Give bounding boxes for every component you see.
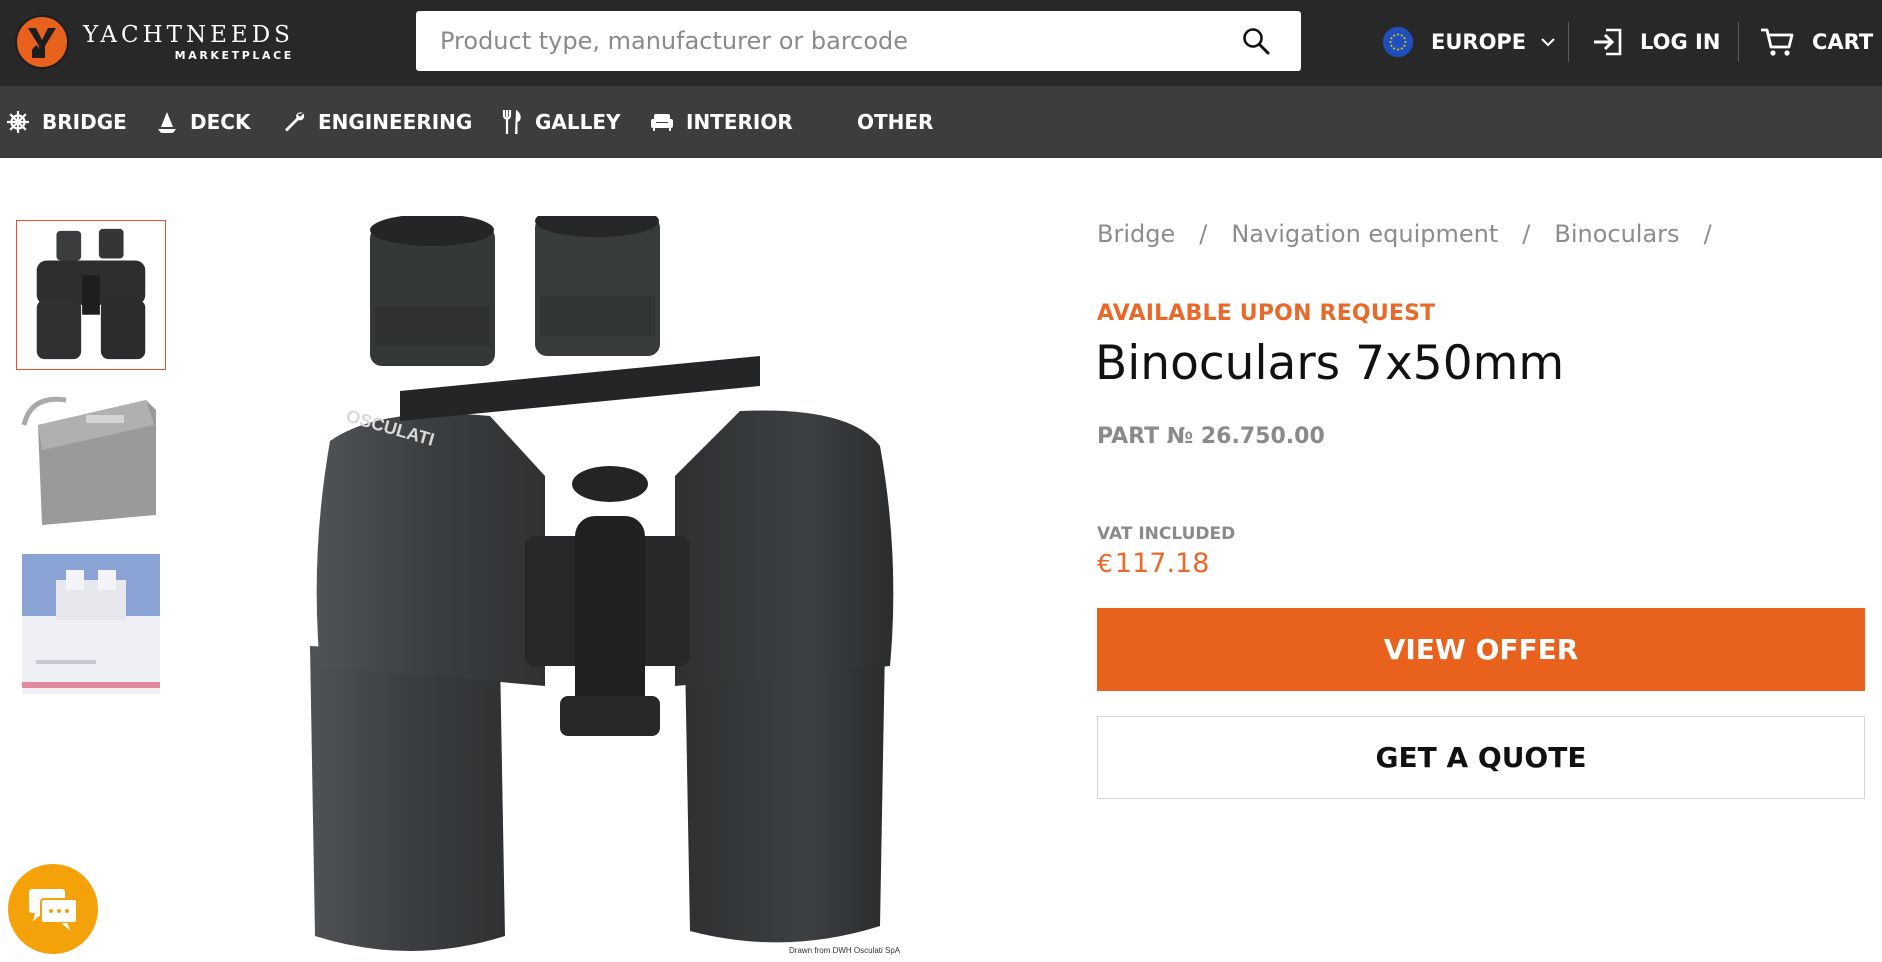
- breadcrumb-separator: /: [1199, 220, 1208, 248]
- fork-knife-icon: [502, 110, 521, 134]
- yacht-logo-icon: [15, 15, 69, 69]
- wrench-icon: [285, 112, 305, 132]
- cart-label: CART: [1812, 30, 1874, 54]
- category-bridge[interactable]: BRIDGE: [6, 86, 127, 158]
- category-label: BRIDGE: [42, 110, 127, 134]
- part-number: PART № 26.750.00: [1097, 424, 1325, 449]
- sofa-icon: [651, 114, 673, 131]
- login-label: LOG IN: [1640, 30, 1721, 54]
- sail-icon: [158, 112, 176, 133]
- view-offer-button[interactable]: VIEW OFFER: [1097, 608, 1865, 691]
- vat-label: VAT INCLUDED: [1097, 524, 1236, 544]
- product-main-image[interactable]: OSCULATI: [290, 205, 930, 962]
- search-input[interactable]: [440, 11, 1220, 71]
- breadcrumb-item-bridge[interactable]: Bridge: [1097, 220, 1175, 248]
- search-icon[interactable]: [1241, 26, 1271, 56]
- bag-thumbnail-image: [21, 396, 156, 525]
- category-label: INTERIOR: [686, 110, 793, 134]
- brand-logo[interactable]: YACHTNEEDS MARKETPLACE: [14, 14, 294, 70]
- breadcrumb-item-binoculars[interactable]: Binoculars: [1554, 220, 1679, 248]
- breadcrumb-separator: /: [1522, 220, 1531, 248]
- binoculars-image: OSCULATI: [310, 205, 894, 951]
- binoculars-thumbnail-image: [36, 228, 146, 360]
- chat-button[interactable]: [8, 864, 98, 954]
- currency-symbol: €: [1097, 549, 1113, 578]
- category-label: DECK: [190, 110, 251, 134]
- category-engineering[interactable]: ENGINEERING: [282, 86, 472, 158]
- top-header: YACHTNEEDS MARKETPLACE EUROPE: [0, 0, 1882, 86]
- eu-flag-icon: [1383, 27, 1413, 57]
- chat-bubble-icon: [29, 889, 78, 931]
- chevron-down-icon: [1541, 38, 1555, 47]
- brand-subtitle: MARKETPLACE: [174, 49, 294, 62]
- price-value: 117.18: [1114, 548, 1210, 579]
- product-price: € 117.18: [1097, 548, 1209, 579]
- category-label: OTHER: [857, 110, 934, 134]
- region-selector[interactable]: EUROPE: [1383, 22, 1556, 62]
- category-galley[interactable]: GALLEY: [501, 86, 621, 158]
- category-label: GALLEY: [535, 110, 621, 134]
- thumbnail-box[interactable]: [16, 550, 166, 700]
- login-button[interactable]: LOG IN: [1592, 22, 1720, 62]
- breadcrumb-item-navigation-equipment[interactable]: Navigation equipment: [1231, 220, 1498, 248]
- search-bar: [416, 11, 1301, 71]
- thumbnail-binoculars[interactable]: [16, 220, 166, 370]
- ship-wheel-icon: [7, 111, 29, 133]
- breadcrumb: Bridge / Navigation equipment / Binocula…: [1097, 220, 1736, 248]
- cart-button[interactable]: CART: [1760, 22, 1873, 62]
- category-deck[interactable]: DECK: [156, 86, 250, 158]
- category-interior[interactable]: INTERIOR: [650, 86, 793, 158]
- cart-icon: [1761, 28, 1794, 56]
- category-nav: BRIDGE DECK ENGINEERING GALLEY INTERIOR …: [0, 86, 1882, 158]
- region-label: EUROPE: [1431, 30, 1527, 54]
- header-divider: [1738, 22, 1739, 62]
- breadcrumb-separator: /: [1703, 220, 1712, 248]
- login-icon: [1594, 28, 1622, 56]
- box-thumbnail-image: [22, 554, 160, 694]
- header-divider: [1568, 22, 1569, 62]
- brand-name: YACHTNEEDS: [83, 22, 294, 48]
- brand-text: YACHTNEEDS MARKETPLACE: [83, 22, 294, 62]
- get-quote-button[interactable]: GET A QUOTE: [1097, 716, 1865, 799]
- availability-status: AVAILABLE UPON REQUEST: [1097, 301, 1436, 326]
- thumbnail-bag[interactable]: [16, 385, 166, 535]
- category-other[interactable]: OTHER: [857, 86, 933, 158]
- product-title: Binoculars 7x50mm: [1095, 336, 1565, 391]
- image-credit: Drawn from DWH Osculati SpA: [789, 946, 901, 955]
- category-label: ENGINEERING: [318, 110, 473, 134]
